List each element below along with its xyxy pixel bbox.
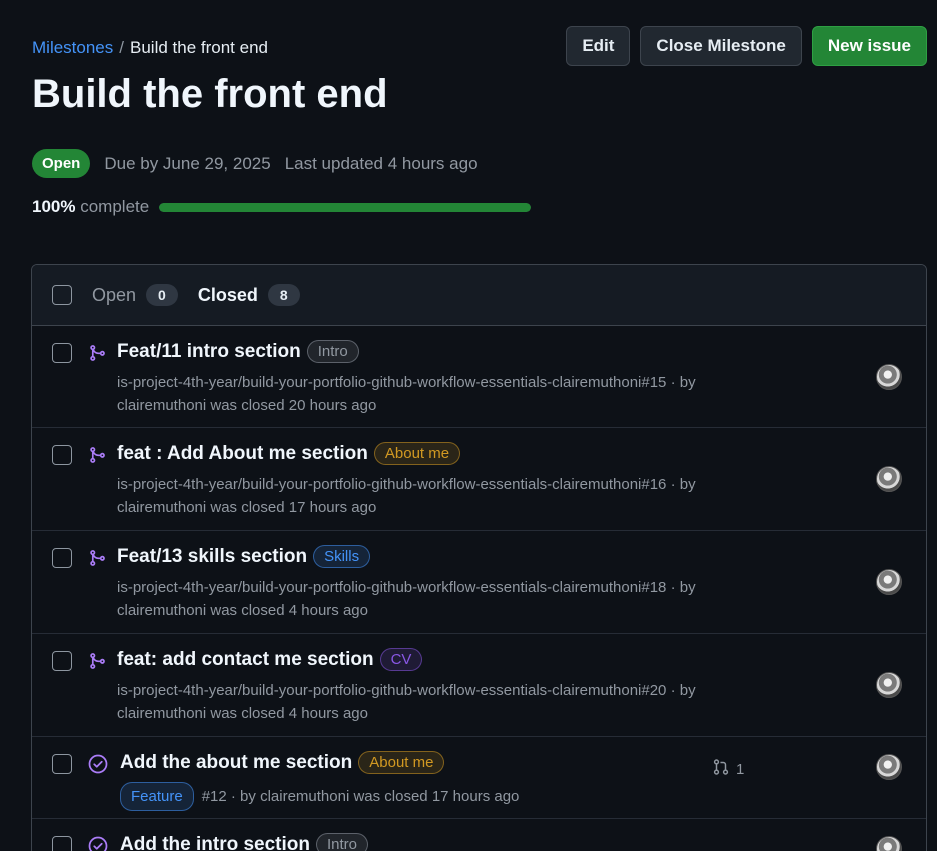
row-meta-closed: clairemuthoni was closed 20 hours ago (117, 397, 377, 414)
page-title: Build the front end (32, 72, 388, 116)
tab-closed[interactable]: Closed 8 (198, 284, 300, 306)
linked-pull-requests[interactable]: 1 (712, 758, 744, 780)
git-merge-icon (88, 549, 106, 567)
select-all-checkbox[interactable] (52, 285, 72, 305)
breadcrumb-current: Build the front end (130, 38, 268, 57)
avatar[interactable] (876, 364, 902, 390)
milestones-link[interactable]: Milestones (32, 38, 113, 58)
row-checkbox[interactable] (52, 836, 72, 851)
row-checkbox[interactable] (52, 548, 72, 568)
issues-panel-header: Open 0 Closed 8 (32, 265, 926, 326)
label-badge[interactable]: Intro (306, 340, 359, 363)
row-meta: is-project-4th-year/build-your-portfolio… (117, 576, 696, 622)
row-meta: Feature #12 · by clairemuthoni was closed… (120, 782, 519, 811)
milestone-meta: Open Due by June 29, 2025 Last updated 4… (32, 149, 478, 178)
progress-text: 100% complete (32, 197, 149, 217)
row-title-link[interactable]: Add the intro section (120, 834, 310, 851)
tab-open[interactable]: Open 0 (92, 284, 178, 306)
issue-row: Add the about me section About me Feature #… (32, 737, 926, 819)
progress-bar (159, 202, 532, 212)
pull-request-row: feat : Add About me section About me is-pr… (32, 428, 926, 531)
row-title: feat: add contact me section CV (117, 648, 423, 671)
row-meta-repo: is-project-4th-year/build-your-portfolio… (117, 682, 696, 699)
new-issue-button[interactable]: New issue (811, 26, 927, 66)
status-badge: Open (32, 149, 91, 178)
close-milestone-button[interactable]: Close Milestone (640, 26, 802, 66)
row-checkbox[interactable] (52, 651, 72, 671)
row-title-link[interactable]: Feat/13 skills section (117, 546, 307, 568)
label-badge[interactable]: About me (358, 751, 445, 774)
tab-open-count: 0 (146, 284, 178, 306)
git-merge-icon (88, 652, 106, 670)
tab-open-label: Open (92, 284, 137, 305)
pull-request-icon (712, 758, 730, 780)
tab-closed-label: Closed (197, 284, 258, 305)
avatar[interactable] (876, 672, 902, 698)
label-badge[interactable]: Intro (316, 833, 369, 851)
issue-list: Feat/11 intro section Intro is-project-4th… (32, 326, 926, 851)
issue-row: Add the intro section Intro (32, 819, 926, 851)
row-title: feat : Add About me section About me (117, 442, 461, 465)
breadcrumb-separator: / (119, 38, 124, 57)
row-title-link[interactable]: Add the about me section (120, 752, 352, 774)
git-merge-icon (88, 446, 106, 464)
linked-pull-requests-count: 1 (736, 760, 745, 778)
label-badge[interactable]: About me (373, 442, 461, 465)
row-title: Add the intro section Intro (120, 833, 369, 851)
avatar[interactable] (876, 754, 902, 780)
row-title-link[interactable]: feat : Add About me section (117, 443, 368, 465)
edit-button[interactable]: Edit (566, 26, 631, 66)
row-meta-closed: #12 · by clairemuthoni was closed 17 hou… (201, 788, 520, 805)
row-checkbox[interactable] (52, 343, 72, 363)
row-title: Add the about me section About me (120, 751, 445, 774)
row-title-link[interactable]: feat: add contact me section (117, 649, 374, 671)
check-circle-icon (88, 836, 108, 851)
avatar[interactable] (876, 466, 902, 492)
issues-panel: Open 0 Closed 8 Feat/11 intro section Int… (31, 264, 927, 851)
progress-percent: 100% (32, 197, 76, 216)
progress-complete-word: complete (80, 197, 150, 216)
label-badge[interactable]: CV (379, 648, 423, 671)
breadcrumb: Milestones / Build the front end (32, 38, 268, 58)
last-updated: Last updated 4 hours ago (284, 153, 478, 173)
row-meta-closed: clairemuthoni was closed 17 hours ago (117, 499, 377, 516)
avatar[interactable] (876, 836, 902, 851)
milestone-actions: Edit Close Milestone New issue (566, 26, 927, 66)
row-meta-repo: is-project-4th-year/build-your-portfolio… (117, 476, 696, 493)
row-meta: is-project-4th-year/build-your-portfolio… (117, 679, 696, 725)
row-meta-repo: is-project-4th-year/build-your-portfolio… (117, 374, 696, 391)
tab-closed-count: 8 (267, 284, 300, 306)
avatar[interactable] (876, 569, 902, 595)
row-meta: is-project-4th-year/build-your-portfolio… (117, 371, 696, 417)
row-title-link[interactable]: Feat/11 intro section (117, 341, 301, 363)
row-title: Feat/13 skills section Skills (117, 545, 371, 568)
row-meta-closed: clairemuthoni was closed 4 hours ago (117, 602, 368, 619)
check-circle-icon (88, 754, 108, 774)
label-badge[interactable]: Skills (313, 545, 371, 568)
row-checkbox[interactable] (52, 445, 72, 465)
row-checkbox[interactable] (52, 754, 72, 774)
git-merge-icon (88, 344, 106, 362)
pull-request-row: feat: add contact me section CV is-project… (32, 634, 926, 737)
row-meta-closed: clairemuthoni was closed 4 hours ago (117, 705, 368, 722)
pull-request-row: Feat/13 skills section Skills is-project-4… (32, 531, 926, 634)
pull-request-row: Feat/11 intro section Intro is-project-4th… (32, 326, 926, 428)
row-title: Feat/11 intro section Intro (117, 340, 359, 363)
progress-bar-fill (159, 202, 532, 212)
progress-section: 100% complete (32, 197, 532, 217)
row-meta-repo: is-project-4th-year/build-your-portfolio… (117, 579, 696, 596)
type-badge[interactable]: Feature (120, 782, 194, 811)
row-meta: is-project-4th-year/build-your-portfolio… (117, 473, 696, 519)
due-date: Due by June 29, 2025 (104, 153, 271, 173)
